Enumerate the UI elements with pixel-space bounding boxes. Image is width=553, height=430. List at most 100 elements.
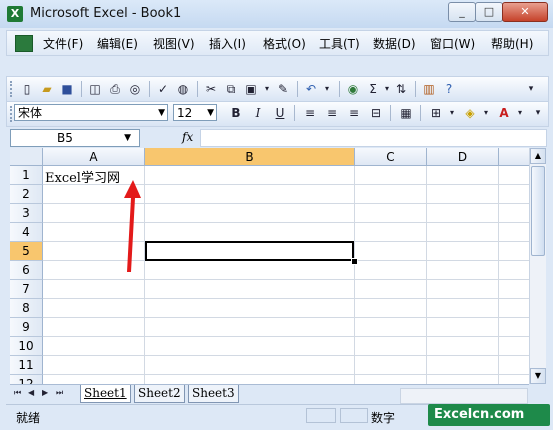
align-right-icon[interactable]: ≡: [346, 105, 362, 121]
row-header[interactable]: 1: [10, 166, 43, 185]
chevron-down-icon[interactable]: ▼: [158, 105, 165, 122]
worksheet-grid[interactable]: A B C D 1 2 3 4 5 6 7 8 9 10 11 12 Excel…: [10, 148, 529, 384]
menu-view[interactable]: 视图(V): [153, 35, 195, 52]
undo-dropdown-icon[interactable]: ▾: [319, 81, 335, 97]
menu-window[interactable]: 窗口(W): [430, 35, 475, 52]
scroll-thumb[interactable]: [531, 166, 545, 256]
vertical-scrollbar[interactable]: ▲ ▼: [529, 148, 546, 384]
function-icon[interactable]: fx: [182, 130, 193, 144]
undo-icon[interactable]: ↶: [303, 81, 319, 97]
scroll-down-icon[interactable]: ▼: [530, 368, 546, 384]
row-header[interactable]: 6: [10, 261, 43, 280]
formula-input[interactable]: [200, 129, 547, 147]
spelling-icon[interactable]: ✓: [155, 81, 171, 97]
copy-icon[interactable]: ⧉: [223, 81, 239, 97]
toolbar-grip[interactable]: [10, 81, 15, 97]
font-color-icon[interactable]: A: [496, 105, 512, 121]
fill-color-dropdown-icon[interactable]: ▾: [478, 105, 494, 121]
row-header[interactable]: 9: [10, 318, 43, 337]
name-box[interactable]: B5 ▼: [10, 129, 140, 147]
select-all-button[interactable]: [10, 148, 43, 166]
status-panel: [306, 408, 336, 423]
row-header[interactable]: 8: [10, 299, 43, 318]
new-icon[interactable]: ▯: [19, 81, 35, 97]
open-icon[interactable]: ▰: [39, 81, 55, 97]
tab-sheet3[interactable]: Sheet3: [188, 385, 239, 403]
last-sheet-icon[interactable]: ⏭: [56, 388, 63, 398]
first-sheet-icon[interactable]: ⏮: [14, 388, 21, 398]
column-header-d[interactable]: D: [427, 148, 499, 166]
borders-dropdown-icon[interactable]: ▾: [444, 105, 460, 121]
scroll-up-icon[interactable]: ▲: [530, 148, 546, 164]
print-icon[interactable]: ⎙: [107, 81, 123, 97]
paste-icon[interactable]: ▣: [243, 81, 259, 97]
chart-wizard-icon[interactable]: ▥: [421, 81, 437, 97]
align-left-icon[interactable]: ≡: [302, 105, 318, 121]
menu-insert[interactable]: 插入(I): [209, 35, 246, 52]
gridline: [43, 279, 529, 280]
fill-color-icon[interactable]: ◈: [462, 105, 478, 121]
research-icon[interactable]: ◍: [175, 81, 191, 97]
chevron-down-icon[interactable]: ▼: [207, 105, 214, 122]
cell-a1[interactable]: Excel学习网: [45, 167, 120, 186]
sort-ascending-icon[interactable]: ⇅: [393, 81, 409, 97]
toolbar-options-icon[interactable]: ▾: [523, 81, 539, 97]
chevron-down-icon[interactable]: ▼: [124, 130, 131, 147]
cut-icon[interactable]: ✂: [203, 81, 219, 97]
row-header[interactable]: 10: [10, 337, 43, 356]
excel-icon[interactable]: X: [7, 6, 23, 22]
bold-button[interactable]: B: [228, 105, 244, 121]
prev-sheet-icon[interactable]: ◀: [28, 388, 34, 397]
column-header-c[interactable]: C: [355, 148, 427, 166]
help-icon[interactable]: ?: [441, 81, 457, 97]
column-header-a[interactable]: A: [43, 148, 145, 166]
font-size-select[interactable]: 12 ▼: [173, 104, 217, 121]
borders-icon[interactable]: ⊞: [428, 105, 444, 121]
separator: [415, 81, 416, 97]
gridline: [43, 374, 529, 375]
next-sheet-icon[interactable]: ▶: [42, 388, 48, 397]
menu-format[interactable]: 格式(O): [263, 35, 306, 52]
maximize-button[interactable]: □: [475, 2, 503, 22]
column-header-b[interactable]: B: [145, 148, 355, 166]
font-color-dropdown-icon[interactable]: ▾: [512, 105, 528, 121]
row-header[interactable]: 3: [10, 204, 43, 223]
tab-sheet1[interactable]: Sheet1: [80, 385, 131, 403]
menu-help[interactable]: 帮助(H): [491, 35, 533, 52]
close-button[interactable]: ✕: [502, 2, 548, 22]
menu-edit[interactable]: 编辑(E): [97, 35, 138, 52]
tab-sheet2[interactable]: Sheet2: [134, 385, 185, 403]
italic-button[interactable]: I: [250, 105, 266, 121]
paste-dropdown-icon[interactable]: ▾: [259, 81, 275, 97]
status-panel: [340, 408, 368, 423]
row-header[interactable]: 5: [10, 242, 43, 261]
separator: [420, 105, 421, 121]
horizontal-scrollbar[interactable]: [400, 388, 528, 404]
save-icon[interactable]: ■: [59, 81, 75, 97]
menu-data[interactable]: 数据(D): [373, 35, 416, 52]
row-header[interactable]: 12: [10, 375, 43, 384]
menu-tools[interactable]: 工具(T): [319, 35, 360, 52]
row-header[interactable]: 11: [10, 356, 43, 375]
merge-center-icon[interactable]: ⊟: [368, 105, 384, 121]
minimize-button[interactable]: _: [448, 2, 476, 22]
format-painter-icon[interactable]: ✎: [275, 81, 291, 97]
workbook-icon[interactable]: [15, 35, 33, 52]
hyperlink-icon[interactable]: ◉: [345, 81, 361, 97]
permission-icon[interactable]: ◫: [87, 81, 103, 97]
toolbar-options-icon[interactable]: ▾: [530, 105, 546, 121]
print-preview-icon[interactable]: ◎: [127, 81, 143, 97]
percent-style-icon[interactable]: ▦: [398, 105, 414, 121]
row-header[interactable]: 2: [10, 185, 43, 204]
fill-handle[interactable]: [351, 258, 358, 265]
row-header[interactable]: 7: [10, 280, 43, 299]
gridline: [43, 298, 529, 299]
active-cell-b5[interactable]: [145, 241, 354, 261]
row-header[interactable]: 4: [10, 223, 43, 242]
column-header-e[interactable]: [499, 148, 529, 166]
menu-file[interactable]: 文件(F): [43, 35, 83, 52]
font-name-select[interactable]: 宋体 ▼: [14, 104, 168, 121]
gridline: [498, 166, 499, 384]
align-center-icon[interactable]: ≡: [324, 105, 340, 121]
underline-button[interactable]: U: [272, 105, 288, 121]
